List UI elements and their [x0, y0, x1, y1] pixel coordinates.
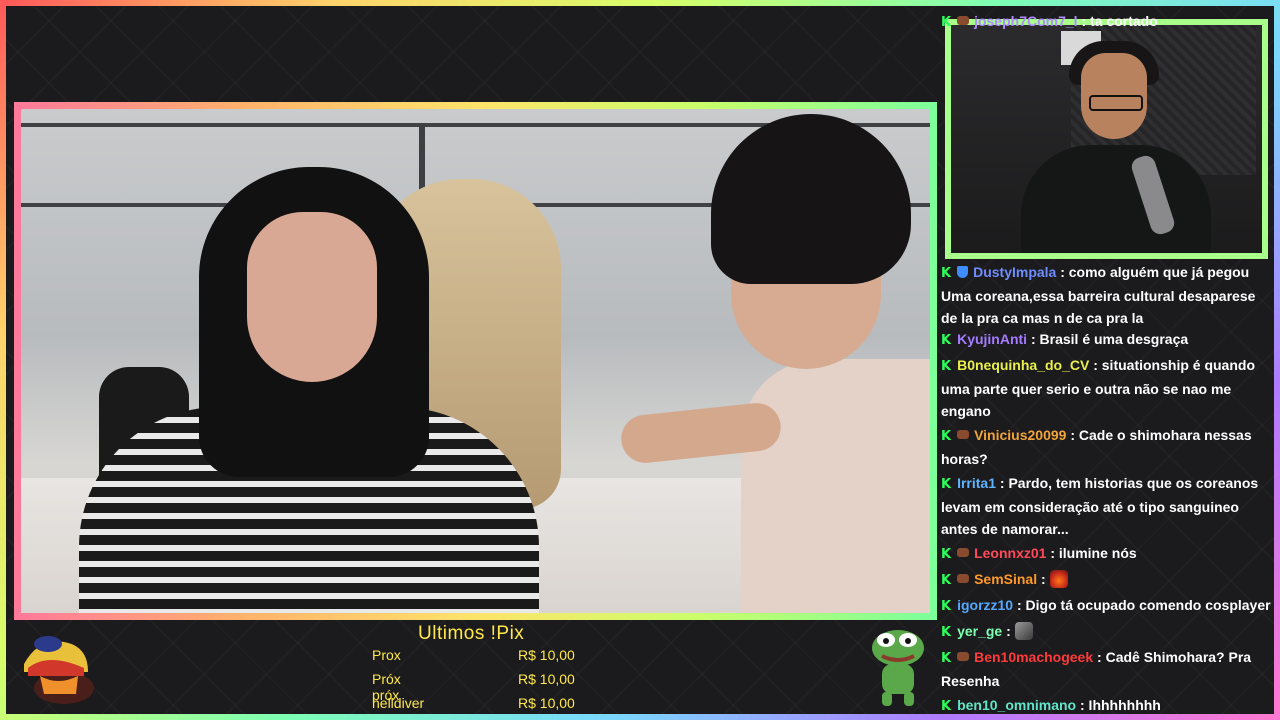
chat-message: K SemSinal : — [941, 568, 1271, 592]
chat-text: : ilumine nós — [1046, 545, 1137, 561]
chat-text: : Ihhhhhhhh — [1076, 697, 1161, 713]
chat-username[interactable]: ben10_omnimano — [957, 697, 1076, 713]
chat-username[interactable]: KyujinAnti — [957, 331, 1027, 347]
emote-fire-icon — [1049, 570, 1068, 588]
kick-badge-icon: K — [941, 699, 952, 714]
chat-message: K Ben10machogeek : Cadê Shimohara? Pra Re… — [941, 646, 1271, 692]
subscriber-badge-icon — [957, 16, 970, 25]
chat-text: : — [1002, 623, 1015, 639]
chat-text: : — [1037, 571, 1050, 587]
main-video-frame — [14, 102, 937, 620]
kick-badge-icon: K — [941, 266, 952, 281]
chat-message: Kigorzz10 : Digo tá ocupado comendo cosp… — [941, 594, 1271, 618]
mascot-icon — [24, 636, 94, 704]
streamer-overlay-person — [59, 167, 539, 613]
subscriber-badge-icon — [957, 652, 970, 661]
chat-message: Kben10_omnimano : Ihhhhhhhh — [941, 694, 1271, 714]
chat-message: K B0nequinha_do_CV : situationship é quan… — [941, 354, 1271, 422]
kick-badge-icon: K — [941, 333, 952, 348]
kick-badge-icon: K — [941, 599, 952, 614]
pix-value: R$ 10,00 — [518, 647, 575, 663]
chat-username[interactable]: Irrita1 — [957, 475, 996, 491]
moderator-shield-icon — [957, 266, 969, 278]
chat-username[interactable]: Ben10machogeek — [974, 649, 1093, 665]
kick-badge-icon: K — [941, 573, 952, 588]
chat-username[interactable]: joseph7Com7_l — [974, 13, 1077, 29]
subscriber-badge-icon — [957, 574, 970, 583]
chat-username[interactable]: SemSinal — [974, 571, 1037, 587]
pix-value: R$ 10,00 — [518, 695, 575, 711]
chat-message: Kjoseph7Com7_l : ta cortado — [941, 10, 1271, 34]
subscriber-badge-icon — [957, 430, 970, 439]
chat-username[interactable]: B0nequinha_do_CV — [957, 357, 1089, 373]
subscriber-badge-icon — [957, 548, 970, 557]
kick-badge-icon: K — [941, 651, 952, 666]
video-scene — [21, 109, 930, 613]
kick-badge-icon: K — [941, 625, 952, 640]
pix-title: Ultimos !Pix — [418, 623, 525, 644]
chat-message: K KyujinAnti : Brasil é uma desgraça — [941, 328, 1271, 352]
pix-donor: helldiver — [372, 695, 425, 711]
chat-message: K Leonnxz01 : ilumine nós — [941, 542, 1271, 566]
kick-badge-icon: K — [941, 477, 952, 492]
laughing-person — [618, 109, 930, 613]
pepe-frog-icon — [872, 630, 924, 706]
chat-message: K DustyImpala : como alguém que já pegou … — [941, 261, 1271, 329]
chat-panel: Kjoseph7Com7_l : ta cortado K DustyImpala … — [941, 6, 1274, 714]
chat-username[interactable]: Leonnxz01 — [974, 545, 1046, 561]
pix-donor: Prox — [372, 647, 401, 663]
chat-username[interactable]: yer_ge — [957, 623, 1002, 639]
emote-grey-icon — [1014, 622, 1033, 640]
chat-message: K Irrita1 : Pardo, tem historias que os c… — [941, 472, 1271, 540]
chat-text: : ta cortado — [1077, 13, 1158, 29]
chat-username[interactable]: Vinicius20099 — [974, 427, 1066, 443]
chat-message: Kyer_ge : — [941, 620, 1271, 644]
chat-message: K Vinicius20099 : Cade o shimohara nessas… — [941, 424, 1271, 470]
pix-value: R$ 10,00 — [518, 671, 575, 687]
kick-badge-icon: K — [941, 429, 952, 444]
chat-text: : Digo tá ocupado comendo cosplayer — [1013, 597, 1271, 613]
chat-username[interactable]: DustyImpala — [973, 264, 1056, 280]
chat-text: : Brasil é uma desgraça — [1027, 331, 1189, 347]
kick-badge-icon: K — [941, 15, 952, 30]
chat-username[interactable]: igorzz10 — [957, 597, 1013, 613]
kick-badge-icon: K — [941, 359, 952, 374]
kick-badge-icon: K — [941, 547, 952, 562]
